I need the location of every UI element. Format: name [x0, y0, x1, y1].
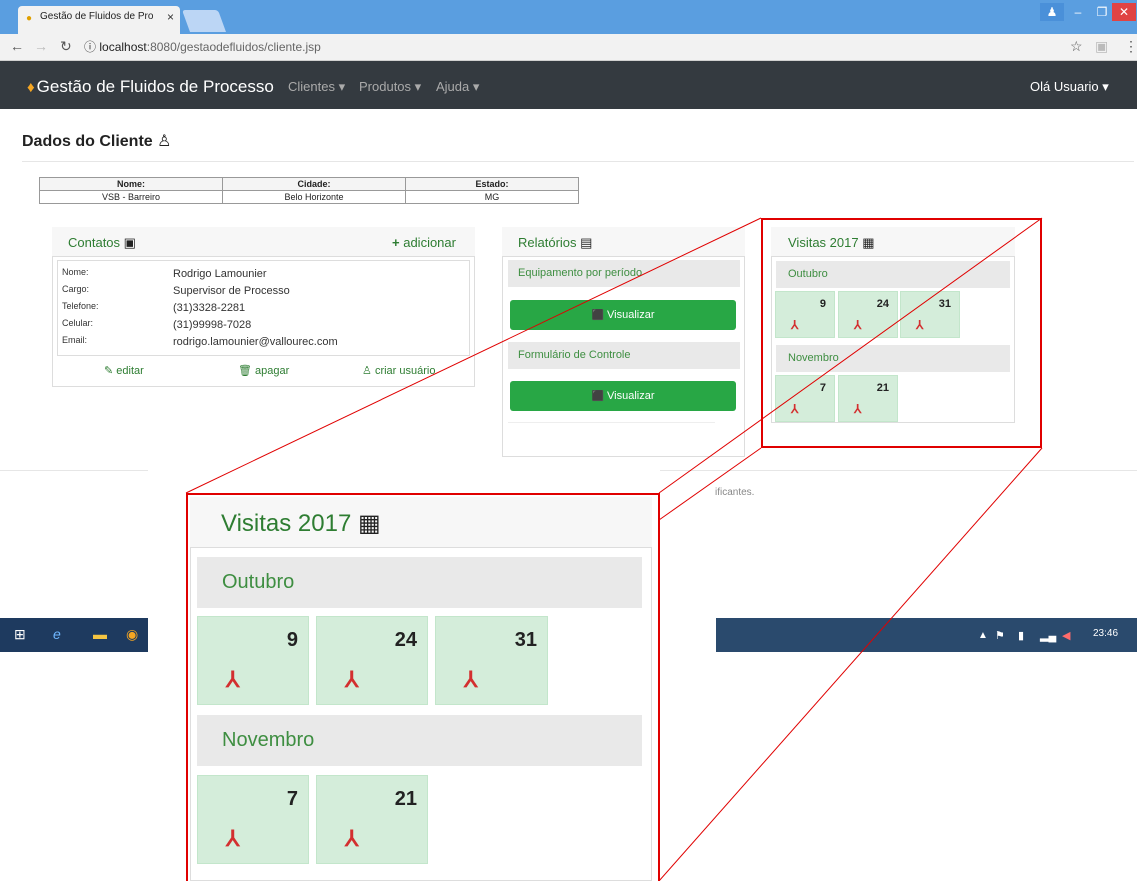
callout-line	[658, 217, 1043, 494]
callout-line	[185, 217, 762, 494]
zoom-highlight-box	[186, 493, 660, 881]
callout-line	[658, 447, 762, 521]
callout-line	[658, 447, 1043, 881]
